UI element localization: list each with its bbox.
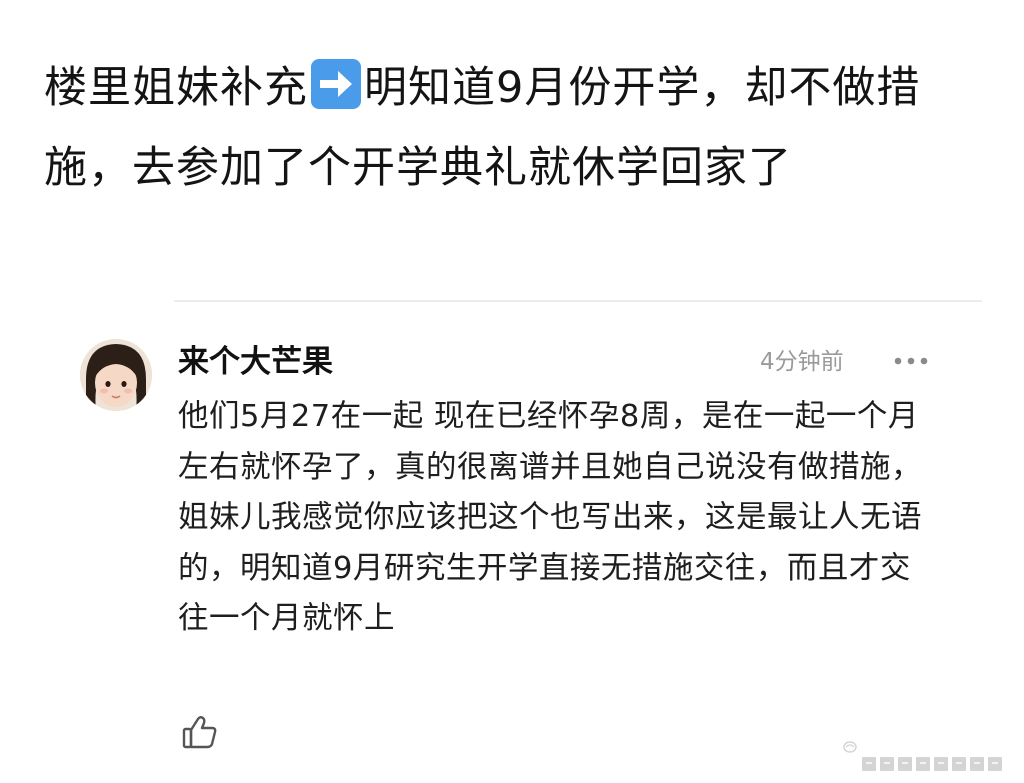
comment-timestamp: 4分钟前 — [760, 349, 844, 375]
comment-text: 他们5月27在一起 现在已经怀孕8周，是在一起一个月左右就怀孕了，真的很离谱并且… — [178, 399, 922, 636]
right-arrow-emoji-icon — [311, 59, 361, 109]
post-text: 楼里姐妹补充 明知道9月份开学，却不做措施，去参加了个开学典礼就休学回家了 — [44, 48, 974, 208]
thumbs-up-icon[interactable] — [181, 713, 219, 751]
comment-divider — [174, 300, 982, 302]
post-text-start: 楼里姐妹补充 — [44, 63, 308, 113]
user-avatar[interactable] — [80, 339, 152, 411]
watermark-logo — [836, 735, 1016, 779]
comment-username[interactable]: 来个大芒果 — [178, 342, 333, 382]
more-dots-icon[interactable] — [891, 347, 931, 375]
